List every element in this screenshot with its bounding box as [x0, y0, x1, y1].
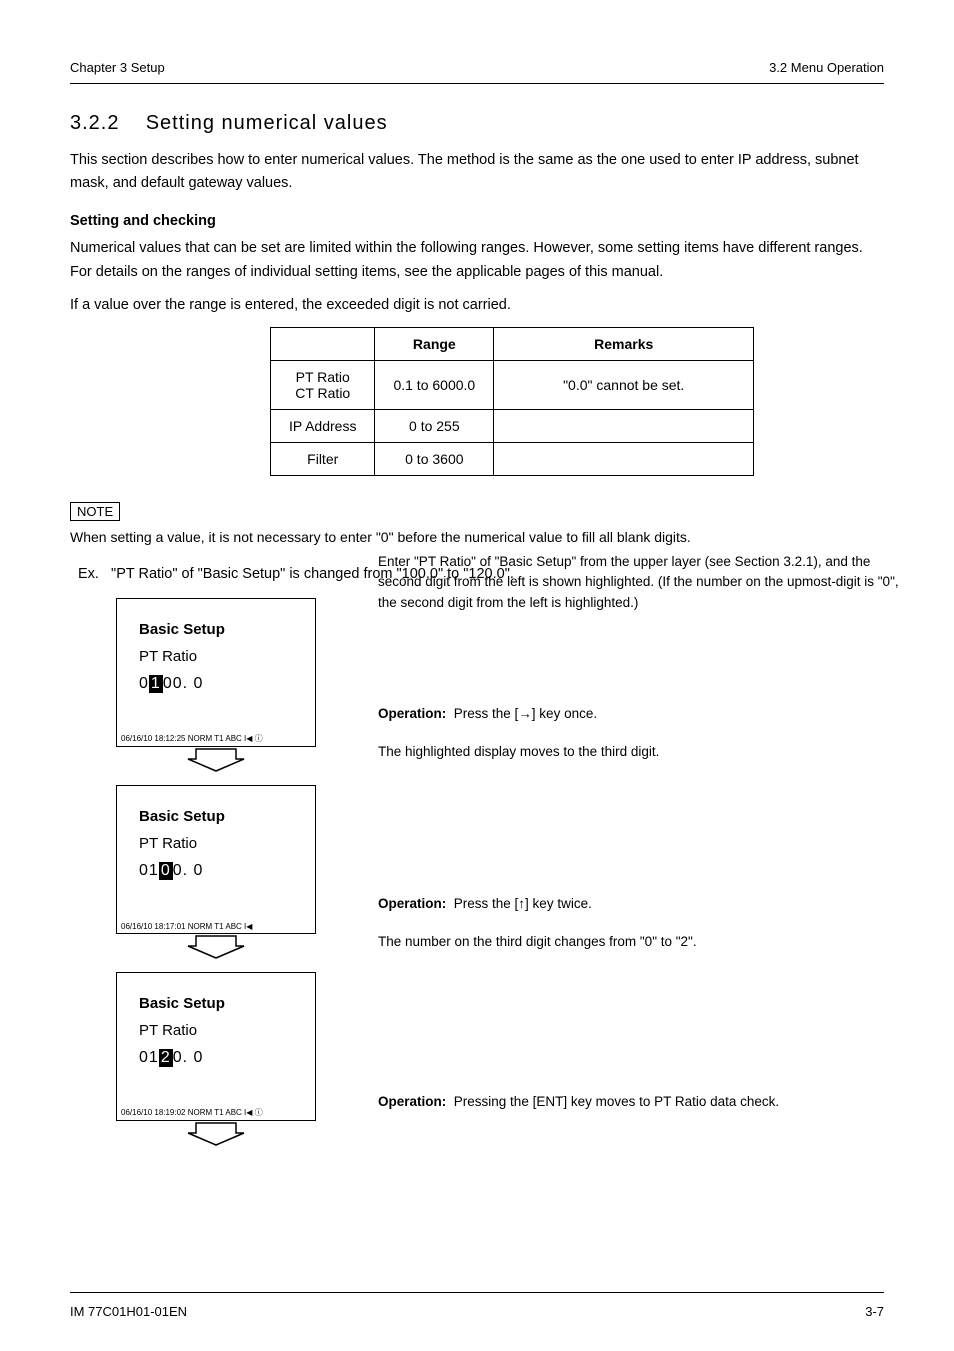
operation-label: Operation:: [378, 1094, 446, 1109]
section-number: 3.2.2: [70, 112, 119, 134]
digit-4: 0: [188, 675, 203, 692]
table-header-row: Range Remarks: [271, 327, 754, 360]
digit-1-highlighted: 1: [149, 675, 163, 693]
arrow-down-icon: [116, 747, 316, 775]
digit-4: 0: [188, 862, 203, 879]
table-cell: "0.0" cannot be set.: [494, 360, 754, 409]
digit-1: 1: [149, 862, 159, 879]
header-right: 3.2 Menu Operation: [769, 60, 884, 75]
digit-2-highlighted: 0: [159, 862, 173, 880]
arrow-down-icon: [116, 934, 316, 962]
table-row: PT Ratio CT Ratio 0.1 to 6000.0 "0.0" ca…: [271, 360, 754, 409]
arrow-down-icon: [116, 1121, 316, 1149]
operation-label: Operation:: [378, 706, 446, 721]
operation-text: Press the [→] key once.: [454, 706, 597, 721]
screen-title: Basic Setup: [139, 808, 315, 825]
table-cell: [494, 409, 754, 442]
screen-title: Basic Setup: [139, 621, 315, 638]
table-cell: PT Ratio CT Ratio: [271, 360, 375, 409]
screen-1: Basic Setup PT Ratio 0100. 0 06/16/10 18…: [116, 598, 316, 747]
page-header: Chapter 3 Setup 3.2 Menu Operation: [70, 60, 884, 75]
table-cell: 0 to 3600: [375, 442, 494, 475]
caption-5: The number on the third digit changes fr…: [378, 932, 908, 952]
caption-4-operation: Operation: Press the [↑] key twice.: [378, 894, 908, 914]
digit-3: 0.: [173, 675, 188, 692]
operation-label: Operation:: [378, 896, 446, 911]
digit-0: 0: [139, 862, 149, 879]
table-header-remarks: Remarks: [494, 327, 754, 360]
note-label: NOTE: [70, 502, 120, 521]
example-label: Ex.: [78, 566, 99, 582]
screen-status-bar: 06/16/10 18:17:01 NORM T1 ABC I◀: [121, 922, 252, 931]
table-header-blank: [271, 327, 375, 360]
note-text: When setting a value, it is not necessar…: [70, 527, 884, 548]
digit-1: 1: [149, 1049, 159, 1066]
sub1-para2: If a value over the range is entered, th…: [70, 294, 884, 317]
table-cell: 0 to 255: [375, 409, 494, 442]
table-cell: IP Address: [271, 409, 375, 442]
footer-left: IM 77C01H01-01EN: [70, 1304, 187, 1319]
sub1-para1: Numerical values that can be set are lim…: [70, 237, 884, 283]
table-cell: Filter: [271, 442, 375, 475]
digit-0: 0: [139, 675, 149, 692]
table-row: Filter 0 to 3600: [271, 442, 754, 475]
caption-2-operation: Operation: Press the [→] key once.: [378, 704, 908, 724]
digit-3: 0.: [173, 862, 188, 879]
digit-3: 0.: [173, 1049, 188, 1066]
section-title: Setting numerical values: [146, 112, 388, 134]
screens-column: Basic Setup PT Ratio 0100. 0 06/16/10 18…: [116, 598, 884, 1149]
screen-3: Basic Setup PT Ratio 0120. 0 06/16/10 18…: [116, 972, 316, 1121]
caption-3: The highlighted display moves to the thi…: [378, 742, 908, 762]
screen-value: 0120. 0: [139, 1049, 315, 1067]
screen-status-bar: 06/16/10 18:19:02 NORM T1 ABC I◀ ⓘ: [121, 1107, 263, 1118]
digit-0: 0: [139, 1049, 149, 1066]
screen-value: 0100. 0: [139, 675, 315, 693]
table-header-range: Range: [375, 327, 494, 360]
caption-6-operation: Operation: Pressing the [ENT] key moves …: [378, 1092, 908, 1112]
header-left: Chapter 3 Setup: [70, 60, 165, 75]
subheading-setting-checking: Setting and checking: [70, 213, 884, 229]
range-table: Range Remarks PT Ratio CT Ratio 0.1 to 6…: [270, 327, 754, 476]
screen-status-bar: 06/16/10 18:12:25 NORM T1 ABC I◀ ⓘ: [121, 733, 263, 744]
footer-right: 3-7: [865, 1304, 884, 1319]
screen-value: 0100. 0: [139, 862, 315, 880]
section-heading: 3.2.2 Setting numerical values: [70, 112, 884, 135]
intro-paragraph: This section describes how to enter nume…: [70, 149, 884, 195]
page-footer: IM 77C01H01-01EN 3-7: [70, 1304, 884, 1319]
operation-text: Pressing the [ENT] key moves to PT Ratio…: [454, 1094, 779, 1109]
header-rule: [70, 83, 884, 84]
screen-field-label: PT Ratio: [139, 1022, 315, 1039]
table-row: IP Address 0 to 255: [271, 409, 754, 442]
digit-2: 0: [163, 675, 173, 692]
operation-text: Press the [↑] key twice.: [454, 896, 592, 911]
screen-field-label: PT Ratio: [139, 648, 315, 665]
table-cell: [494, 442, 754, 475]
table-cell: 0.1 to 6000.0: [375, 360, 494, 409]
screen-field-label: PT Ratio: [139, 835, 315, 852]
screen-title: Basic Setup: [139, 995, 315, 1012]
caption-1: Enter "PT Ratio" of "Basic Setup" from t…: [378, 552, 908, 613]
digit-2-highlighted: 2: [159, 1049, 173, 1067]
footer-rule: [70, 1292, 884, 1293]
screen-3-block: Basic Setup PT Ratio 0120. 0 06/16/10 18…: [116, 972, 884, 1149]
digit-4: 0: [188, 1049, 203, 1066]
screen-2: Basic Setup PT Ratio 0100. 0 06/16/10 18…: [116, 785, 316, 934]
